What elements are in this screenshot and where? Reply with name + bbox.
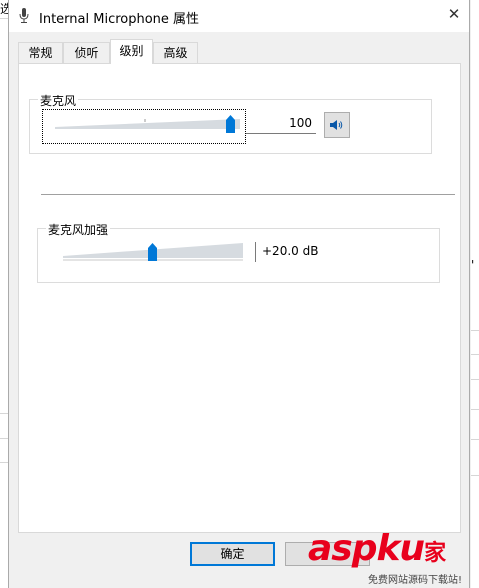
levels-tab-page: 麦克风 100 麦克风加强 +20.0 dB [18, 63, 461, 533]
boost-slider-thumb[interactable] [147, 243, 158, 261]
close-button[interactable]: ✕ [439, 0, 469, 30]
background-window-right: ' [471, 0, 479, 588]
background-divider [471, 439, 479, 440]
boost-value[interactable]: +20.0 dB [255, 242, 345, 262]
background-divider [471, 379, 479, 380]
watermark-logo: aspku家 [308, 528, 446, 569]
speaker-icon [330, 120, 343, 130]
watermark: aspku家 免费网站源码下载站! [308, 528, 479, 588]
tab-advanced[interactable]: 高级 [153, 42, 198, 63]
background-divider [0, 413, 8, 414]
background-text-fragment: 选 [0, 2, 8, 16]
section-divider [41, 194, 455, 195]
background-divider [471, 475, 479, 476]
background-divider [0, 462, 8, 463]
watermark-logo-text: aspku [308, 528, 425, 569]
microphone-slider-track [55, 119, 240, 129]
tab-levels[interactable]: 级别 [110, 39, 153, 64]
watermark-subtitle: 免费网站源码下载站! [368, 575, 463, 586]
microphone-slider-thumb[interactable] [225, 115, 236, 133]
microphone-boost-label: 麦克风加强 [46, 221, 111, 238]
microphone-value[interactable]: 100 [246, 114, 316, 134]
background-divider [0, 18, 8, 19]
mute-toggle-button[interactable] [324, 112, 350, 138]
background-divider [0, 438, 8, 439]
watermark-logo-suffix: 家 [424, 541, 446, 566]
tab-listen[interactable]: 侦听 [63, 42, 110, 63]
microphone-label: 麦克风 [38, 92, 79, 109]
close-icon: ✕ [447, 5, 461, 23]
window-title: Internal Microphone 属性 [39, 12, 200, 27]
boost-slider[interactable] [63, 241, 245, 267]
background-divider [471, 409, 479, 410]
properties-dialog: Internal Microphone 属性 ✕ 常规 侦听 级别 高级 麦克风… [8, 0, 470, 588]
title-bar[interactable]: Internal Microphone 属性 ✕ [9, 0, 469, 32]
background-window-left: 选 [0, 0, 8, 588]
microphone-slider[interactable] [42, 109, 246, 144]
background-divider [471, 330, 479, 331]
background-divider [471, 354, 479, 355]
ok-button[interactable]: 确定 [190, 542, 275, 566]
tab-general[interactable]: 常规 [18, 42, 63, 63]
microphone-icon [19, 8, 29, 23]
background-text-fragment: ' [471, 258, 475, 272]
